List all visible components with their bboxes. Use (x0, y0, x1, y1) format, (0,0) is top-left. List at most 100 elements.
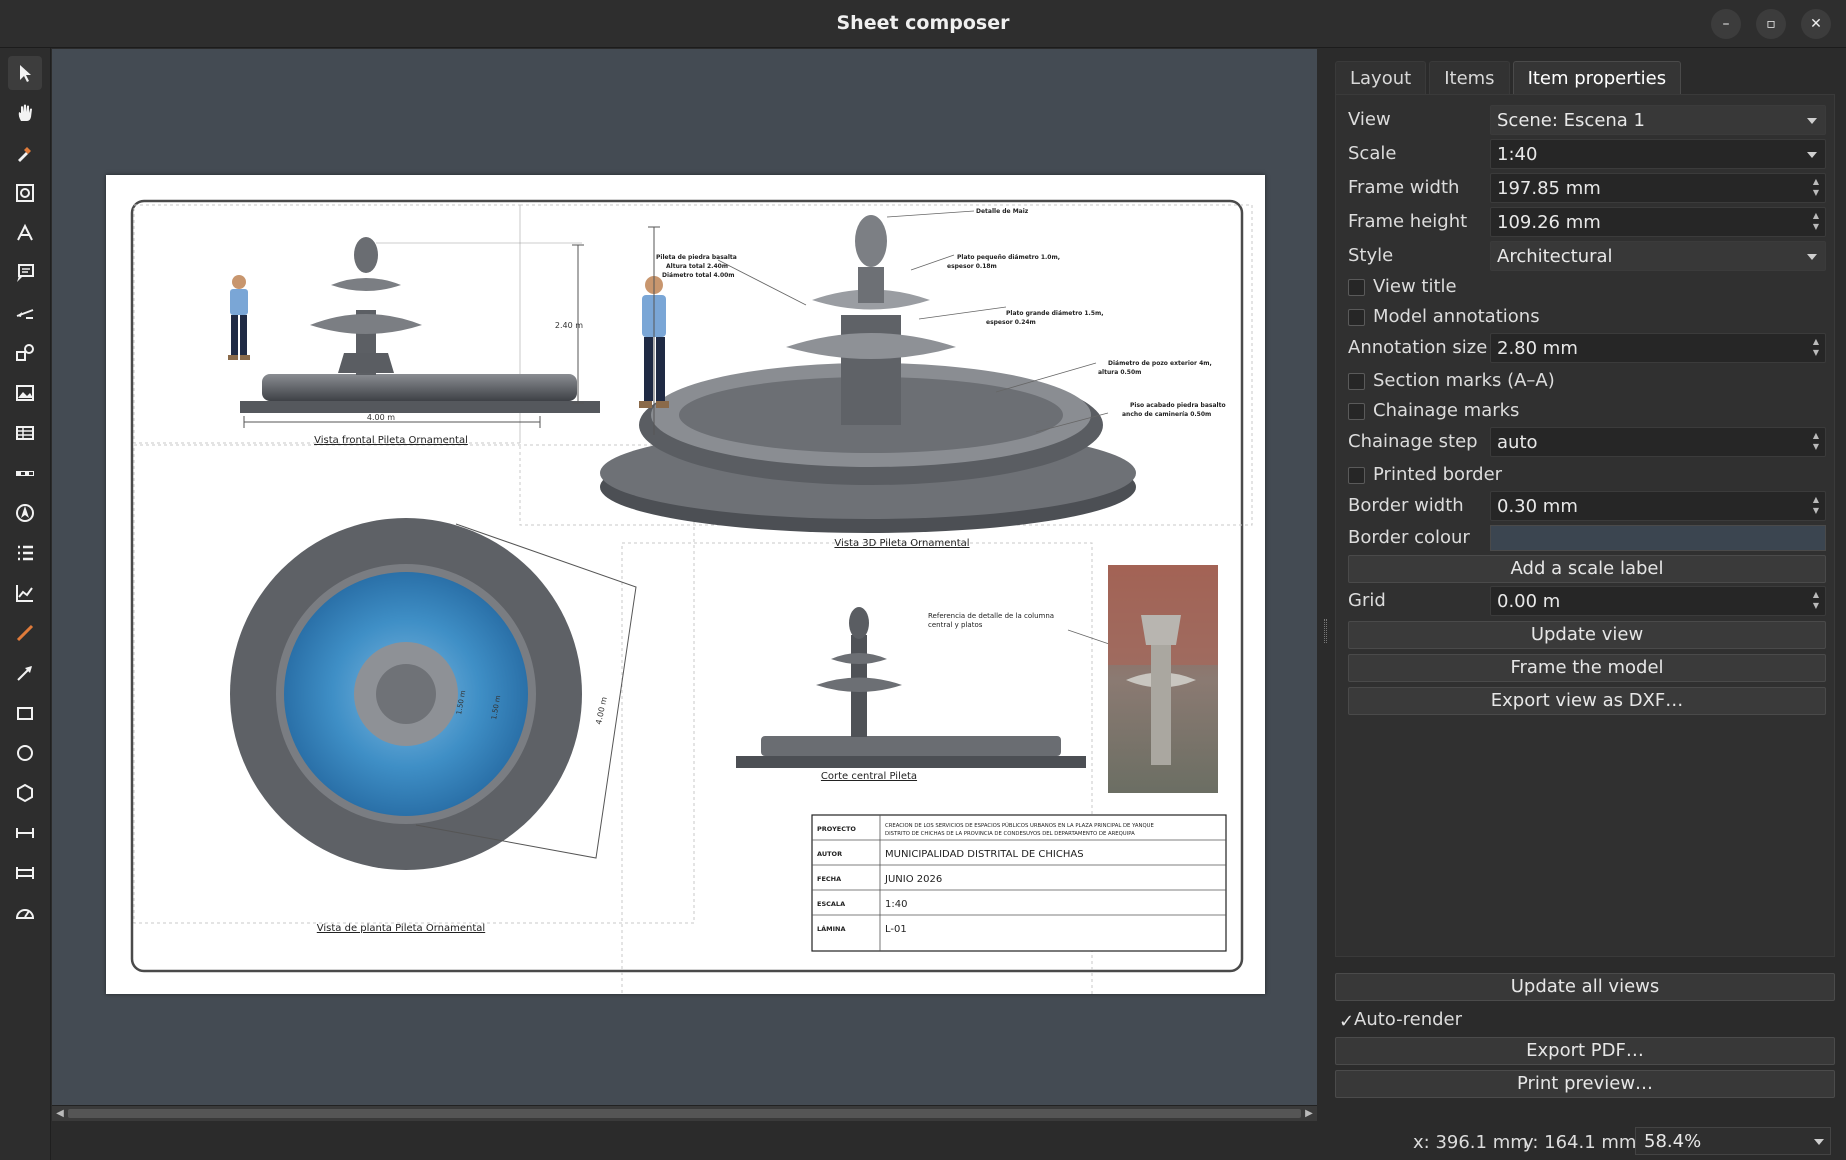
scale-combo[interactable]: 1:40 (1490, 139, 1826, 169)
spinner-icon[interactable]: ▲ ▼ (1809, 494, 1823, 518)
chart-icon[interactable] (8, 576, 42, 610)
add-scale-label-button[interactable]: Add a scale label (1348, 555, 1826, 583)
plan-view-title: Vista de planta Pileta Ornamental (317, 923, 485, 934)
item-properties-form: View Scene: Escena 1 Scale 1:40 Frame wi… (1335, 94, 1835, 957)
tab-layout[interactable]: Layout (1335, 61, 1427, 95)
table-icon[interactable] (8, 416, 42, 450)
circle-icon[interactable] (8, 736, 42, 770)
export-dxf-button[interactable]: Export view as DXF… (1348, 687, 1826, 715)
chevron-down-icon (1807, 118, 1817, 124)
frame-height-input[interactable]: 109.26 mm ▲ ▼ (1490, 207, 1826, 237)
print-preview-button[interactable]: Print preview… (1335, 1070, 1835, 1098)
annotation-size-input[interactable]: 2.80 mm ▲ ▼ (1490, 333, 1826, 363)
checkmark-icon[interactable]: ✓ (1339, 1011, 1354, 1032)
view-label: View (1348, 109, 1391, 130)
north-arrow-icon[interactable] (8, 496, 42, 530)
tab-item-properties[interactable]: Item properties (1512, 61, 1682, 95)
svg-text:LÁMINA: LÁMINA (817, 924, 846, 933)
style-label: Style (1348, 245, 1394, 266)
section-icon[interactable] (8, 336, 42, 370)
spinner-icon[interactable]: ▲ ▼ (1809, 336, 1823, 360)
frame-model-button[interactable]: Frame the model (1348, 654, 1826, 682)
grid-input[interactable]: 0.00 m ▲ ▼ (1490, 586, 1826, 616)
export-pdf-button[interactable]: Export PDF… (1335, 1037, 1835, 1065)
svg-text:Referencia de detalle de la co: Referencia de detalle de la columna (928, 612, 1054, 620)
tab-items[interactable]: Items (1429, 61, 1510, 95)
front-view-title: Vista frontal Pileta Ornamental (314, 435, 468, 446)
svg-text:ESCALA: ESCALA (817, 900, 845, 908)
svg-text:ancho de caminería 0.50m: ancho de caminería 0.50m (1122, 411, 1211, 418)
printed-border-label: Printed border (1373, 464, 1503, 485)
spinner-icon[interactable]: ▲ ▼ (1809, 589, 1823, 613)
sheet-paper[interactable]: 4.00 m 2.40 m Vista frontal Pileta Ornam… (106, 175, 1265, 994)
scroll-left-icon[interactable]: ◀ (52, 1106, 68, 1122)
svg-text:Altura total 2.40m: Altura total 2.40m (666, 263, 728, 270)
dimension-icon[interactable] (8, 216, 42, 250)
svg-text:espesor 0.18m: espesor 0.18m (947, 263, 997, 270)
title-bar: Sheet composer – ▫ ✕ (0, 0, 1846, 48)
frame-height-label: Frame height (1348, 211, 1468, 232)
chainage-marks-checkbox[interactable] (1348, 403, 1365, 420)
annotation-icon[interactable] (8, 256, 42, 290)
properties-panel: Layout Items Item properties View Scene:… (1335, 49, 1846, 1160)
scale-bar-icon[interactable] (8, 456, 42, 490)
leader-icon[interactable] (8, 296, 42, 330)
view-select[interactable]: Scene: Escena 1 (1490, 105, 1826, 135)
tool-palette (0, 48, 51, 1160)
arrow-icon[interactable] (8, 656, 42, 690)
sheet-drawing: 4.00 m 2.40 m Vista frontal Pileta Ornam… (130, 199, 1253, 994)
select-icon[interactable] (8, 56, 42, 90)
gauge-icon[interactable] (8, 896, 42, 930)
minimize-button[interactable]: – (1711, 9, 1741, 39)
chainage-step-input[interactable]: auto ▲ ▼ (1490, 427, 1826, 457)
svg-text:Piso acabado piedra basalto: Piso acabado piedra basalto (1130, 402, 1226, 409)
annotation-size-label: Annotation size (1348, 337, 1488, 358)
style-select[interactable]: Architectural (1490, 241, 1826, 271)
linear-dimension-icon[interactable] (8, 816, 42, 850)
pan-hand-icon[interactable] (8, 96, 42, 130)
image-icon[interactable] (8, 376, 42, 410)
update-all-views-button[interactable]: Update all views (1335, 973, 1835, 1001)
maximize-button[interactable]: ▫ (1756, 9, 1786, 39)
model-annotations-checkbox[interactable] (1348, 309, 1365, 326)
iso-view: Detalle de Maiz Pileta de piedra basalta… (600, 208, 1226, 549)
frame-width-input[interactable]: 197.85 mm ▲ ▼ (1490, 173, 1826, 203)
view-title-label: View title (1373, 276, 1457, 297)
svg-text:L-01: L-01 (885, 924, 907, 935)
printed-border-checkbox[interactable] (1348, 467, 1365, 484)
plan-diameter-dim: 4.00 m (594, 696, 609, 726)
cursor-y-readout: y: 164.1 mm (1523, 1132, 1637, 1153)
scroll-thumb[interactable] (68, 1109, 1301, 1118)
svg-text:Diámetro total 4.00m: Diámetro total 4.00m (662, 272, 735, 279)
svg-text:MUNICIPALIDAD DISTRITAL DE CHI: MUNICIPALIDAD DISTRITAL DE CHICHAS (885, 849, 1084, 860)
spinner-icon[interactable]: ▲ ▼ (1809, 430, 1823, 454)
svg-text:DISTRITO DE CHICHAS DE LA PROV: DISTRITO DE CHICHAS DE LA PROVINCIA DE C… (885, 831, 1135, 837)
chain-dimension-icon[interactable] (8, 856, 42, 890)
panel-splitter[interactable] (1317, 49, 1335, 1121)
update-view-button[interactable]: Update view (1348, 621, 1826, 649)
pick-view-icon[interactable] (8, 136, 42, 170)
border-colour-swatch[interactable] (1490, 525, 1826, 551)
line-icon[interactable] (8, 616, 42, 650)
spinner-icon[interactable]: ▲ ▼ (1809, 210, 1823, 234)
spinner-icon[interactable]: ▲ ▼ (1809, 176, 1823, 200)
close-button[interactable]: ✕ (1801, 9, 1831, 39)
border-width-input[interactable]: 0.30 mm ▲ ▼ (1490, 491, 1826, 521)
polygon-icon[interactable] (8, 776, 42, 810)
sheet-canvas[interactable]: 4.00 m 2.40 m Vista frontal Pileta Ornam… (52, 49, 1317, 1105)
front-height-dim: 2.40 m (555, 321, 583, 330)
horizontal-scrollbar[interactable]: ◀ ▶ (52, 1105, 1317, 1121)
section-view-title: Corte central Pileta (821, 771, 917, 782)
zoom-select[interactable]: 58.4% (1635, 1127, 1831, 1155)
svg-text:central y platos: central y platos (928, 621, 983, 629)
svg-text:PROYECTO: PROYECTO (817, 825, 856, 833)
rectangle-icon[interactable] (8, 696, 42, 730)
section-marks-checkbox[interactable] (1348, 373, 1365, 390)
svg-text:1:40: 1:40 (885, 899, 907, 910)
view-title-checkbox[interactable] (1348, 279, 1365, 296)
chevron-down-icon (1814, 1139, 1824, 1145)
scroll-right-icon[interactable]: ▶ (1301, 1106, 1317, 1122)
front-view: 4.00 m 2.40 m Vista frontal Pileta Ornam… (228, 237, 600, 446)
legend-icon[interactable] (8, 536, 42, 570)
view-icon[interactable] (8, 176, 42, 210)
